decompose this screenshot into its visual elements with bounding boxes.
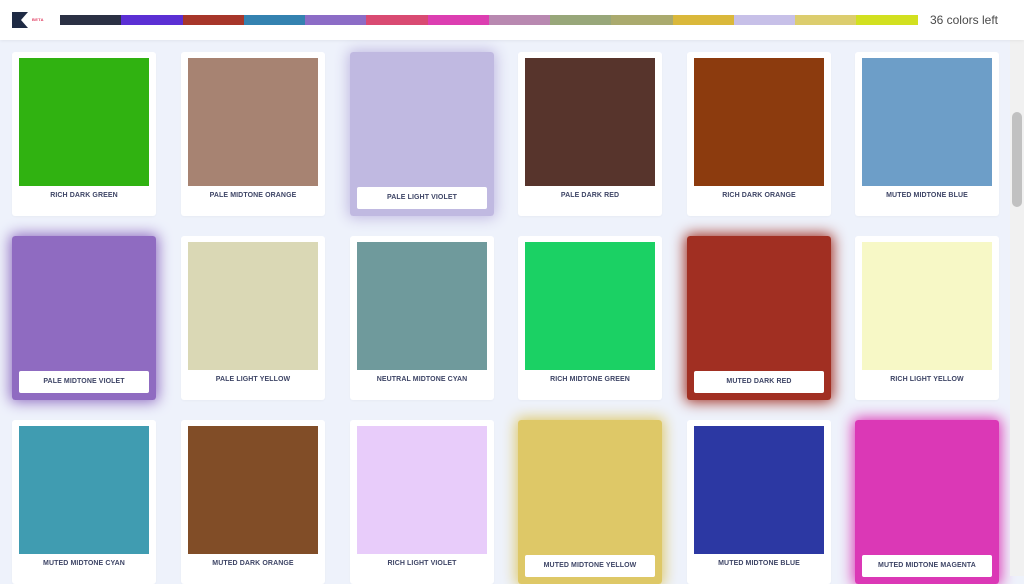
color-swatch[interactable] <box>525 242 655 370</box>
color-card[interactable]: MUTED MIDTONE BLUE <box>855 52 999 216</box>
palette-swatch[interactable] <box>366 15 428 25</box>
palette-swatch[interactable] <box>733 15 795 25</box>
color-name-label: RICH LIGHT VIOLET <box>387 560 457 567</box>
color-swatch[interactable] <box>357 426 487 554</box>
color-swatch[interactable] <box>862 242 992 370</box>
color-swatch[interactable] <box>19 426 149 554</box>
color-name-label: MUTED MIDTONE BLUE <box>886 192 968 199</box>
color-name-label: MUTED MIDTONE CYAN <box>43 560 125 567</box>
color-swatch[interactable] <box>525 58 655 186</box>
palette-swatch[interactable] <box>60 15 122 25</box>
palette-swatch[interactable] <box>611 15 673 25</box>
color-swatch[interactable] <box>694 426 824 554</box>
color-card[interactable]: RICH DARK GREEN <box>12 52 156 216</box>
color-swatch[interactable] <box>188 58 318 186</box>
color-name-label: MUTED DARK RED <box>694 371 824 393</box>
color-card[interactable]: PALE DARK RED <box>518 52 662 216</box>
palette-swatch[interactable] <box>550 15 612 25</box>
color-name-label: PALE MIDTONE ORANGE <box>209 192 297 199</box>
palette-swatch[interactable] <box>305 15 367 25</box>
color-card[interactable]: MUTED MIDTONE CYAN <box>12 420 156 584</box>
color-card[interactable]: MUTED MIDTONE BLUE <box>687 420 831 584</box>
color-card[interactable]: NEUTRAL MIDTONE CYAN <box>350 236 494 400</box>
color-card[interactable]: RICH DARK ORANGE <box>687 52 831 216</box>
color-card[interactable]: MUTED DARK ORANGE <box>181 420 325 584</box>
color-name-label: RICH DARK ORANGE <box>722 192 796 199</box>
palette-swatch[interactable] <box>427 15 489 25</box>
color-name-label: NEUTRAL MIDTONE CYAN <box>376 376 468 383</box>
palette-swatch[interactable] <box>121 15 183 25</box>
color-name-label: RICH DARK GREEN <box>50 192 118 199</box>
color-card[interactable]: MUTED MIDTONE YELLOW <box>518 420 662 584</box>
color-name-label: PALE LIGHT VIOLET <box>357 187 487 209</box>
beta-badge: BETA <box>32 17 44 22</box>
color-swatch[interactable] <box>357 242 487 370</box>
palette-swatch[interactable] <box>795 15 857 25</box>
palette-swatch[interactable] <box>182 15 244 25</box>
color-name-label: MUTED MIDTONE BLUE <box>718 560 800 567</box>
palette-swatch[interactable] <box>488 15 550 25</box>
color-swatch[interactable] <box>862 58 992 186</box>
palette-swatch[interactable] <box>672 15 734 25</box>
color-swatch[interactable] <box>694 58 824 186</box>
color-swatch[interactable] <box>19 58 149 186</box>
palette-swatch[interactable] <box>856 15 918 25</box>
color-name-label: MUTED MIDTONE YELLOW <box>525 555 655 577</box>
scrollbar[interactable] <box>1010 40 1024 576</box>
color-card[interactable]: RICH LIGHT YELLOW <box>855 236 999 400</box>
color-name-label: RICH MIDTONE GREEN <box>550 376 630 383</box>
color-name-label: PALE LIGHT YELLOW <box>215 376 291 383</box>
colors-left-count: 36 colors left <box>929 13 998 27</box>
color-name-label: PALE DARK RED <box>560 192 620 199</box>
logo-icon[interactable] <box>12 12 28 28</box>
color-card[interactable]: PALE MIDTONE ORANGE <box>181 52 325 216</box>
color-swatch[interactable] <box>188 426 318 554</box>
scrollbar-thumb[interactable] <box>1012 112 1022 207</box>
color-name-label: MUTED DARK ORANGE <box>212 560 294 567</box>
color-card[interactable]: PALE LIGHT VIOLET <box>350 52 494 216</box>
color-name-label: PALE MIDTONE VIOLET <box>19 371 149 393</box>
palette-progress-bar <box>60 15 918 25</box>
color-name-label: RICH LIGHT YELLOW <box>890 376 964 383</box>
color-card[interactable]: MUTED MIDTONE MAGENTA <box>855 420 999 584</box>
color-card[interactable]: PALE MIDTONE VIOLET <box>12 236 156 400</box>
color-card[interactable]: PALE LIGHT YELLOW <box>181 236 325 400</box>
color-swatch[interactable] <box>188 242 318 370</box>
color-name-label: MUTED MIDTONE MAGENTA <box>862 555 992 577</box>
top-bar: BETA 36 colors left <box>0 0 1024 40</box>
color-card[interactable]: RICH LIGHT VIOLET <box>350 420 494 584</box>
color-card[interactable]: RICH MIDTONE GREEN <box>518 236 662 400</box>
palette-swatch[interactable] <box>243 15 305 25</box>
color-card[interactable]: MUTED DARK RED <box>687 236 831 400</box>
